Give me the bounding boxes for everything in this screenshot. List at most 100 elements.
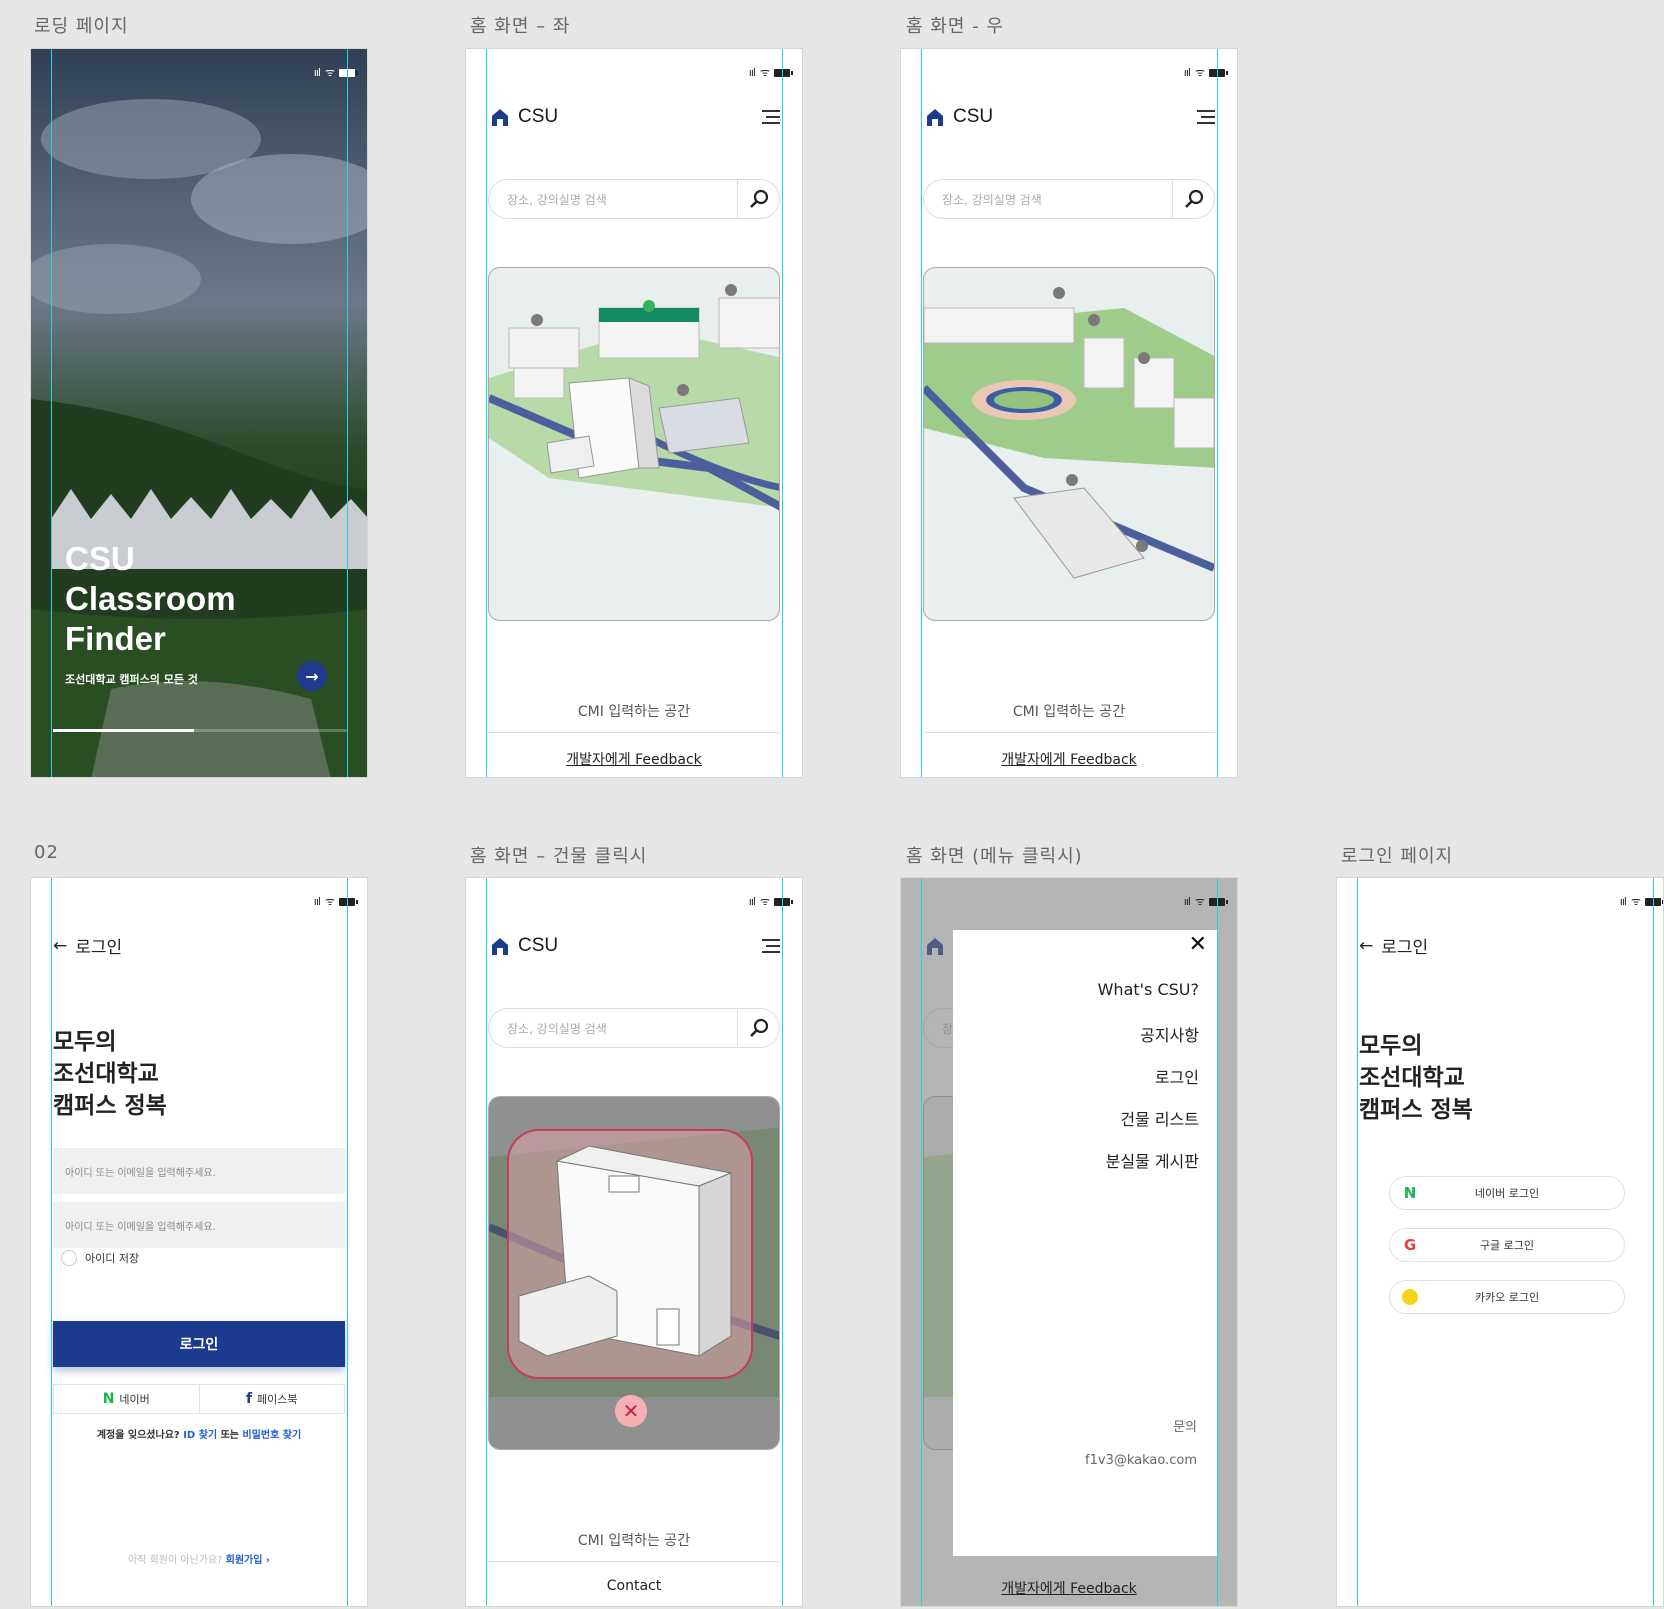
search-input[interactable]: 장소, 강의실명 검색 bbox=[489, 191, 737, 208]
footer-divider bbox=[923, 732, 1215, 733]
status-bar: ııl ᯤ bbox=[749, 894, 793, 909]
hamburger-menu-icon[interactable] bbox=[1195, 110, 1215, 124]
frame-label-login-page: 로그인 페이지 bbox=[1341, 846, 1454, 867]
title-line-2: Classroom bbox=[65, 580, 236, 617]
wifi-icon: ᯤ bbox=[759, 895, 770, 908]
wifi-icon: ᯤ bbox=[759, 66, 770, 79]
status-bar: ııl ᯤ bbox=[1619, 894, 1663, 909]
layout-guide bbox=[486, 878, 487, 1606]
frame-label-home-building: 홈 화면 – 건물 클릭시 bbox=[470, 846, 648, 867]
home-icon[interactable] bbox=[925, 107, 945, 127]
search-bar[interactable]: 장소, 강의실명 검색 bbox=[923, 179, 1215, 219]
login-headline: 모두의 조선대학교 캠퍼스 정복 bbox=[1359, 1030, 1473, 1126]
headline-line-1: 모두의 bbox=[53, 1029, 117, 1055]
footer-divider bbox=[488, 1561, 780, 1562]
naver-login-button[interactable]: N 네이버 로그인 bbox=[1389, 1176, 1625, 1210]
back-label: 로그인 bbox=[1381, 938, 1429, 958]
app-title: CSU Classroom Finder bbox=[65, 539, 236, 659]
hamburger-menu-icon[interactable] bbox=[760, 939, 780, 953]
headline-line-3: 캠퍼스 정복 bbox=[1359, 1097, 1473, 1123]
signal-icon: ııl bbox=[1619, 895, 1627, 908]
back-button[interactable]: ← 로그인 bbox=[1359, 933, 1429, 959]
google-login-button[interactable]: G 구글 로그인 bbox=[1389, 1228, 1625, 1262]
layout-guide bbox=[921, 49, 922, 777]
layout-guide bbox=[51, 878, 52, 1606]
menu-list: What's CSU? 공지사항 로그인 건물 리스트 분실물 게시판 bbox=[1098, 980, 1199, 1190]
menu-item-lost-found[interactable]: 분실물 게시판 bbox=[1098, 1148, 1199, 1190]
naver-login-label: 네이버 로그인 bbox=[1474, 1187, 1540, 1200]
layout-guide bbox=[486, 49, 487, 777]
app-header: CSU bbox=[490, 933, 780, 959]
hamburger-menu-icon[interactable] bbox=[760, 110, 780, 124]
back-button[interactable]: ← 로그인 bbox=[53, 933, 122, 959]
building-popup[interactable] bbox=[507, 1129, 753, 1379]
start-arrow-button[interactable]: → bbox=[297, 661, 327, 691]
layout-guide bbox=[51, 49, 52, 777]
home-icon[interactable] bbox=[490, 107, 510, 127]
facebook-login-button[interactable]: f 페이스북 bbox=[198, 1385, 345, 1413]
feedback-link[interactable]: 개발자에게 Feedback bbox=[901, 749, 1237, 769]
status-bar: ııl ᯤ bbox=[748, 65, 793, 80]
campus-map-right[interactable] bbox=[923, 267, 1215, 621]
kakao-login-label: 카카오 로그인 bbox=[1474, 1291, 1540, 1304]
search-icon[interactable] bbox=[737, 1009, 779, 1047]
headline-line-2: 조선대학교 bbox=[53, 1061, 159, 1087]
contact-link[interactable]: Contact bbox=[466, 1578, 802, 1594]
frame-label-loading: 로딩 페이지 bbox=[34, 16, 129, 37]
search-bar[interactable]: 장소, 강의실명 검색 bbox=[488, 1008, 780, 1048]
home-icon[interactable] bbox=[490, 936, 510, 956]
status-bar: ııl ᯤ bbox=[1184, 894, 1228, 909]
find-password-link[interactable]: 비밀번호 찾기 bbox=[242, 1430, 301, 1441]
layout-guide bbox=[1217, 49, 1218, 777]
cmi-text: CMI 입력하는 공간 bbox=[1012, 704, 1126, 720]
menu-item-building-list[interactable]: 건물 리스트 bbox=[1098, 1106, 1199, 1148]
facebook-icon: f bbox=[245, 1391, 253, 1407]
cmi-text: CMI 입력하는 공간 bbox=[577, 704, 691, 720]
contact-email[interactable]: f1v3@kakao.com bbox=[1085, 1453, 1197, 1468]
naver-label: 네이버 bbox=[119, 1393, 150, 1406]
layout-guide bbox=[1357, 878, 1358, 1606]
password-field[interactable]: 아이디 또는 이메일을 입력해주세요. bbox=[53, 1202, 345, 1248]
menu-item-notice[interactable]: 공지사항 bbox=[1098, 1022, 1199, 1064]
campus-map-left[interactable] bbox=[488, 267, 780, 621]
layout-guide bbox=[1653, 878, 1654, 1606]
menu-item-whats-csu[interactable]: What's CSU? bbox=[1098, 980, 1199, 1022]
title-line-1: CSU bbox=[65, 540, 135, 577]
progress-fill bbox=[53, 729, 195, 732]
id-field[interactable]: 아이디 또는 이메일을 입력해주세요. bbox=[53, 1148, 345, 1194]
wifi-icon: ᯤ bbox=[1194, 66, 1205, 79]
social-login-row: N 네이버 f 페이스북 bbox=[53, 1384, 345, 1414]
find-id-link[interactable]: ID 찾기 bbox=[183, 1430, 217, 1441]
naver-login-button[interactable]: N 네이버 bbox=[54, 1385, 199, 1413]
wifi-icon: ᯤ bbox=[1194, 895, 1205, 908]
brand-name[interactable]: CSU bbox=[518, 106, 558, 128]
close-menu-icon[interactable]: ✕ bbox=[1189, 932, 1207, 957]
contact-label: 문의 bbox=[1173, 1420, 1197, 1435]
save-id-checkbox[interactable]: 아이디 저장 bbox=[61, 1250, 139, 1266]
menu-item-login[interactable]: 로그인 bbox=[1098, 1064, 1199, 1106]
brand-name[interactable]: CSU bbox=[518, 935, 558, 957]
search-bar[interactable]: 장소, 강의실명 검색 bbox=[488, 179, 780, 219]
layout-guide bbox=[782, 878, 783, 1606]
kakao-icon bbox=[1390, 1289, 1430, 1305]
search-icon[interactable] bbox=[737, 180, 779, 218]
search-input[interactable]: 장소, 강의실명 검색 bbox=[924, 191, 1172, 208]
signal-icon: ııl bbox=[748, 66, 756, 79]
title-line-3: Finder bbox=[65, 620, 166, 657]
not-member-text: 아직 회원이 아닌가요? bbox=[127, 1555, 223, 1566]
brand-name[interactable]: CSU bbox=[953, 106, 993, 128]
feedback-link[interactable]: 개발자에게 Feedback bbox=[466, 749, 802, 769]
feedback-link[interactable]: 개발자에게 Feedback bbox=[901, 1578, 1237, 1598]
or-text: 또는 bbox=[220, 1430, 239, 1441]
login-button[interactable]: 로그인 bbox=[53, 1321, 345, 1367]
headline-line-3: 캠퍼스 정복 bbox=[53, 1093, 167, 1119]
signup-link[interactable]: 회원가입 › bbox=[226, 1555, 270, 1566]
side-menu-drawer: ✕ What's CSU? 공지사항 로그인 건물 리스트 분실물 게시판 문의… bbox=[953, 930, 1217, 1556]
search-input[interactable]: 장소, 강의실명 검색 bbox=[489, 1020, 737, 1037]
search-icon[interactable] bbox=[1172, 180, 1214, 218]
frame-label-home-right: 홈 화면 - 우 bbox=[906, 16, 1004, 37]
close-popup-button[interactable]: ✕ bbox=[615, 1395, 647, 1427]
status-bar: ııl ᯤ bbox=[314, 894, 358, 909]
wifi-icon: ᯤ bbox=[324, 895, 335, 908]
kakao-login-button[interactable]: 카카오 로그인 bbox=[1389, 1280, 1625, 1314]
